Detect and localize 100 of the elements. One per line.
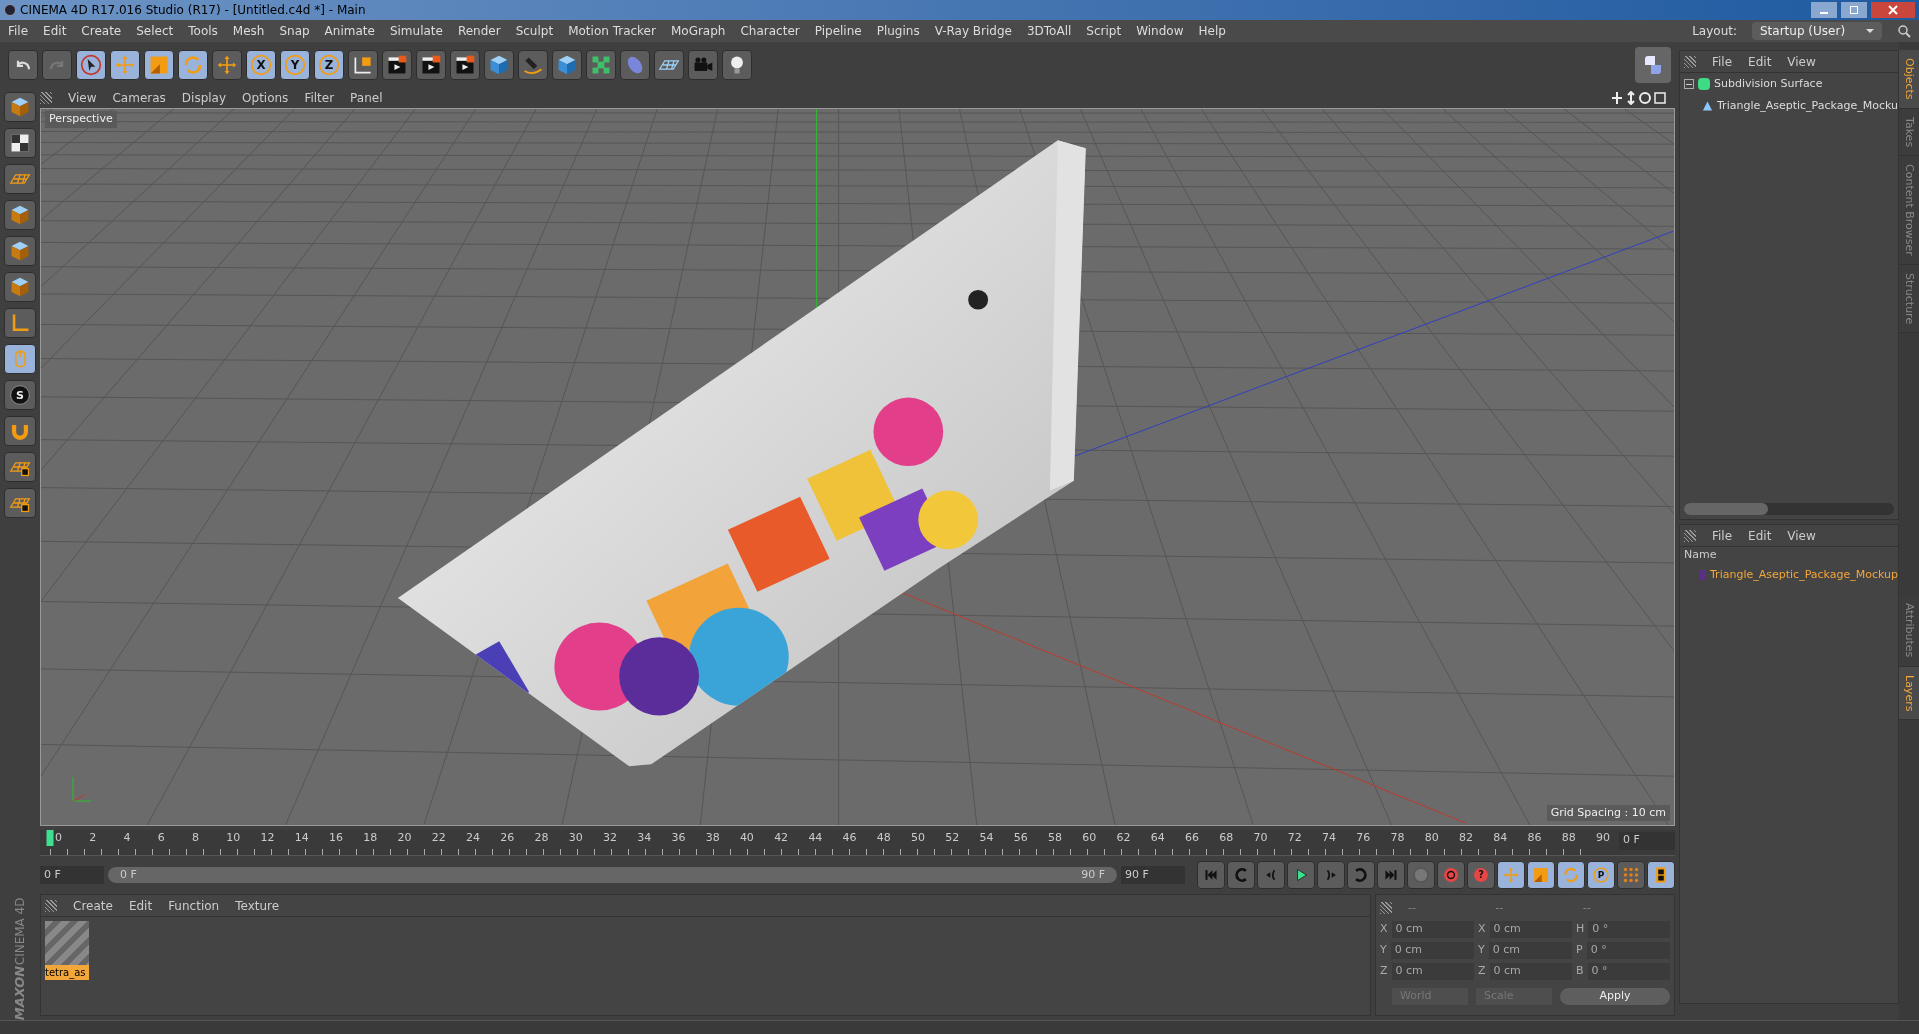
menu-item[interactable]: File xyxy=(8,22,29,40)
menu-item[interactable]: Create xyxy=(73,896,113,915)
tool-button[interactable] xyxy=(416,50,446,80)
tool-button[interactable] xyxy=(4,344,36,374)
tool-button[interactable] xyxy=(722,50,752,80)
tool-button[interactable] xyxy=(654,50,684,80)
menu-item[interactable]: 3DToAll xyxy=(1026,22,1072,40)
tool-button[interactable] xyxy=(586,50,616,80)
menu-item[interactable]: Options xyxy=(242,89,289,107)
tool-button[interactable] xyxy=(484,50,514,80)
menu-item[interactable]: Cameras xyxy=(112,89,166,107)
coordinate-field[interactable]: 0 ° xyxy=(1588,921,1670,938)
menu-item[interactable]: Edit xyxy=(128,896,153,915)
menu-item[interactable]: Motion Tracker xyxy=(568,22,656,40)
menu-item[interactable]: Window xyxy=(1136,22,1184,40)
menu-item[interactable]: Render xyxy=(457,22,501,40)
tool-button[interactable] xyxy=(76,50,106,80)
tool-button[interactable] xyxy=(1647,861,1675,889)
tool-button[interactable] xyxy=(4,92,36,122)
layer-row[interactable]: Triangle_Aseptic_Package_Mockup xyxy=(1680,565,1898,585)
object-row[interactable]: Triangle_Aseptic_Package_Mocku xyxy=(1680,95,1898,117)
material-swatch[interactable]: tetra_as xyxy=(45,921,89,980)
coordinate-field[interactable]: 0 ° xyxy=(1587,963,1670,980)
tool-button[interactable] xyxy=(1527,861,1555,889)
menu-item[interactable]: Simulate xyxy=(389,22,443,40)
tool-button[interactable] xyxy=(552,50,582,80)
coordinate-field[interactable]: 0 cm xyxy=(1489,921,1572,938)
tool-button[interactable] xyxy=(1497,861,1525,889)
tool-button[interactable] xyxy=(4,308,36,338)
coordinate-field[interactable]: 0 cm xyxy=(1390,942,1474,959)
coordinate-field[interactable]: 0 cm xyxy=(1391,963,1474,980)
menu-item[interactable]: Script xyxy=(1086,22,1122,40)
end-frame-field[interactable]: 90 F xyxy=(1121,866,1185,884)
menu-item[interactable]: Function xyxy=(168,896,220,915)
tool-button[interactable] xyxy=(8,50,38,80)
menu-item[interactable]: Edit xyxy=(43,22,67,40)
tool-button[interactable] xyxy=(1287,861,1315,889)
coordinate-field[interactable]: 0 ° xyxy=(1586,942,1670,959)
tool-button[interactable] xyxy=(110,50,140,80)
tool-button[interactable] xyxy=(4,452,36,482)
tool-button[interactable] xyxy=(4,272,36,302)
tool-button[interactable] xyxy=(450,50,480,80)
menu-item[interactable]: Animate xyxy=(324,22,375,40)
menu-item[interactable]: Display xyxy=(181,89,227,107)
menu-item[interactable]: View xyxy=(1787,526,1816,545)
menu-item[interactable]: View xyxy=(1787,52,1816,71)
menu-item[interactable]: View xyxy=(68,89,97,107)
menu-item[interactable]: Panel xyxy=(350,89,383,107)
tool-button[interactable] xyxy=(178,50,208,80)
tool-button[interactable]: ? xyxy=(1467,861,1495,889)
menu-item[interactable]: Select xyxy=(136,22,174,40)
menu-item[interactable]: Filter xyxy=(304,89,335,107)
search-icon[interactable] xyxy=(1897,24,1911,38)
menu-item[interactable]: File xyxy=(1712,52,1733,71)
tool-button[interactable]: P xyxy=(1587,861,1615,889)
coordinate-field[interactable]: 0 cm xyxy=(1391,921,1474,938)
layout-dropdown[interactable]: Startup (User) xyxy=(1752,22,1882,40)
apply-button[interactable]: Apply xyxy=(1560,988,1670,1005)
tool-button[interactable] xyxy=(144,50,174,80)
menu-item[interactable]: Create xyxy=(81,22,122,40)
tool-button[interactable] xyxy=(1557,861,1585,889)
menu-item[interactable]: Sculpt xyxy=(515,22,554,40)
side-tab[interactable]: Layers xyxy=(1899,666,1919,720)
tool-button[interactable] xyxy=(4,164,36,194)
menu-item[interactable]: Snap xyxy=(279,22,310,40)
menu-item[interactable]: File xyxy=(1712,526,1733,545)
menu-item[interactable]: Edit xyxy=(1748,52,1772,71)
coordinate-field[interactable]: 0 cm xyxy=(1489,963,1572,980)
tool-button[interactable] xyxy=(212,50,242,80)
tool-button[interactable] xyxy=(382,50,412,80)
frame-range-track[interactable]: 0 F 90 F xyxy=(108,867,1117,883)
menu-item[interactable]: V-Ray Bridge xyxy=(934,22,1012,40)
python-button[interactable] xyxy=(1635,47,1671,83)
menu-item[interactable]: Mesh xyxy=(232,22,265,40)
menu-item[interactable]: Help xyxy=(1198,22,1226,40)
tool-button[interactable] xyxy=(4,200,36,230)
tool-button[interactable] xyxy=(4,488,36,518)
close-icon[interactable] xyxy=(1871,2,1915,18)
coordinate-field[interactable]: 0 cm xyxy=(1488,942,1572,959)
side-tab[interactable]: Objects xyxy=(1899,50,1919,109)
tool-button[interactable] xyxy=(518,50,548,80)
menu-item[interactable]: Tools xyxy=(188,22,218,40)
horizontal-scrollbar[interactable] xyxy=(1684,503,1894,515)
tool-button[interactable] xyxy=(4,236,36,266)
timeline-ruler[interactable]: 0 2 4 6 8 10 12 14 16 18 20 22 24 26 28 30 32 34 36 38 40 42 44 46 48 50 52 54 56 58 60 62 64 66 68 70 72 74 76 78 80 82 84 86 88 90 0 F xyxy=(40,830,1675,856)
menu-item[interactable]: Texture xyxy=(235,896,280,915)
menu-item[interactable]: Edit xyxy=(1748,526,1772,545)
current-frame-field[interactable]: 0 F xyxy=(1619,832,1675,850)
menu-item[interactable]: Pipeline xyxy=(814,22,862,40)
viewport[interactable]: Perspective Grid Spacing : 10 cm xyxy=(40,108,1675,826)
view-navigation-icon[interactable] xyxy=(1611,91,1667,105)
collapse-icon[interactable] xyxy=(1684,79,1694,89)
menu-item[interactable]: MoGraph xyxy=(670,22,726,40)
tool-button[interactable] xyxy=(4,416,36,446)
object-row[interactable]: Subdivision Surface xyxy=(1680,73,1898,95)
start-frame-field[interactable]: 0 F xyxy=(40,866,104,884)
tool-button[interactable] xyxy=(4,128,36,158)
tool-button[interactable] xyxy=(348,50,378,80)
menu-item[interactable]: Plugins xyxy=(876,22,920,40)
menu-item[interactable]: Character xyxy=(740,22,800,40)
